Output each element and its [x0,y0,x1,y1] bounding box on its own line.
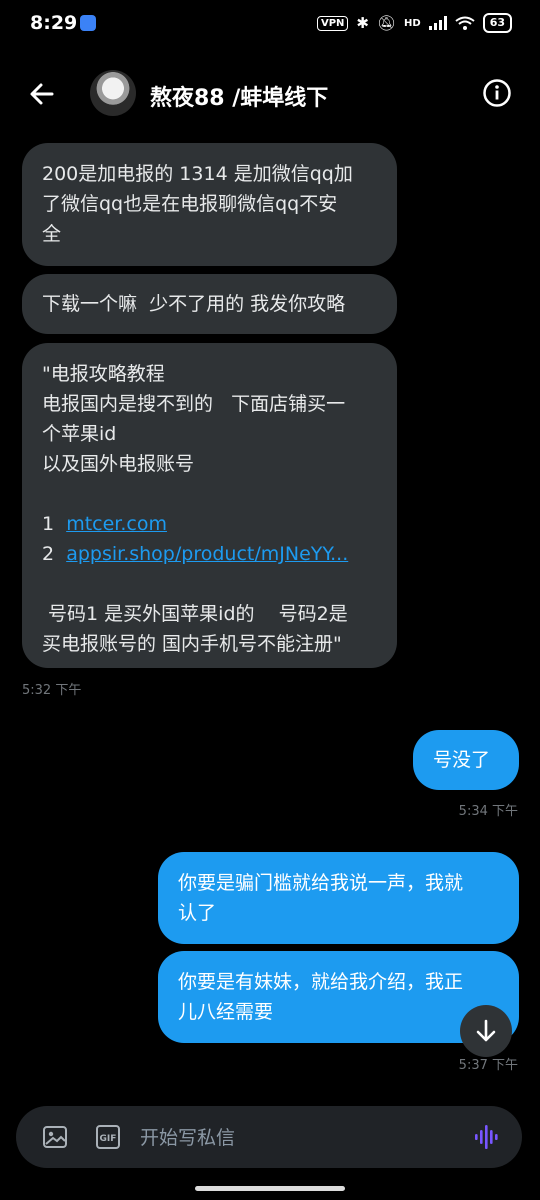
home-indicator[interactable] [195,1186,345,1191]
link-mtcer[interactable]: mtcer.com [66,513,167,535]
message-text: 儿八经需要 [178,1001,274,1023]
mute-bell-icon: 🔕︎ [376,14,397,32]
vpn-icon: VPN [316,15,349,31]
signal-icon: HD [404,17,421,29]
message-text: 你要是有妹妹，就给我介绍，我正 [178,971,464,993]
voice-message-icon[interactable] [474,1123,500,1151]
received-message[interactable]: "电报攻略教程 电报国内是搜不到的 下面店铺买一 个苹果id 以及国外电报账号 … [22,343,397,668]
avatar[interactable] [90,70,136,116]
wifi-icon [455,16,475,30]
message-text: 以及国外电报账号 [42,453,195,475]
battery-icon: 63 [482,13,512,33]
message-text: 了微信qq也是在电报聊微信qq不安 [42,193,338,215]
message-text: 电报国内是搜不到的 下面店铺买一 [42,393,346,415]
message-text: 号没了 [433,749,491,771]
received-message[interactable]: 200是加电报的 1314 是加微信qq加 了微信qq也是在电报聊微信qq不安 … [22,143,397,266]
info-icon[interactable] [482,78,512,108]
message-text: 号码1 是买外国苹果id的 号码2是 [42,603,348,625]
status-icons: VPN ✱ 🔕︎ HD 63 [316,13,512,33]
received-message[interactable]: 下载一个嘛 少不了用的 我发你攻略 [22,274,397,334]
link-number: 1 [42,513,55,535]
app-notification-icon [80,15,96,31]
arrow-down-icon [476,1019,496,1042]
message-text: 200是加电报的 1314 是加微信qq加 [42,163,353,185]
conversation-header: 熬夜88 /蚌埠线下 [0,62,540,126]
message-text: 认了 [178,902,217,924]
sent-message[interactable]: 号没了 [413,730,519,790]
link-appsir[interactable]: appsir.shop/product/mJNeYY... [66,543,348,565]
message-text: 个苹果id [42,423,117,445]
link-row: 1 mtcer.com [42,509,377,539]
message-timestamp: 5:32 下午 [22,683,82,698]
conversation-title[interactable]: 熬夜88 /蚌埠线下 [150,80,328,112]
message-timestamp: 5:34 下午 [458,804,518,819]
cell-signal-icon [428,16,447,30]
message-text: 你要是骗门槛就给我说一声，我就 [178,872,464,894]
link-number: 2 [42,543,55,565]
back-arrow-icon[interactable] [26,78,58,110]
message-text: 全 [42,223,62,245]
message-text: 下载一个嘛 少不了用的 我发你攻略 [42,293,346,315]
link-row: 2 appsir.shop/product/mJNeYY... [42,539,377,569]
sent-message[interactable]: 你要是骗门槛就给我说一声，我就 认了 [158,852,519,944]
message-composer: GIF 开始写私信 [16,1106,522,1168]
gif-icon[interactable]: GIF [96,1125,120,1149]
bluetooth-icon: ✱ [356,14,369,32]
message-text: "电报攻略教程 [42,363,165,385]
message-input[interactable]: 开始写私信 [140,1123,235,1150]
status-time: 8:29 [30,12,78,34]
status-bar: 8:29 VPN ✱ 🔕︎ HD 63 [0,0,540,48]
image-icon[interactable] [42,1124,68,1150]
message-text: 买电报账号的 国内手机号不能注册" [42,633,342,655]
scroll-to-bottom-button[interactable] [460,1005,512,1057]
